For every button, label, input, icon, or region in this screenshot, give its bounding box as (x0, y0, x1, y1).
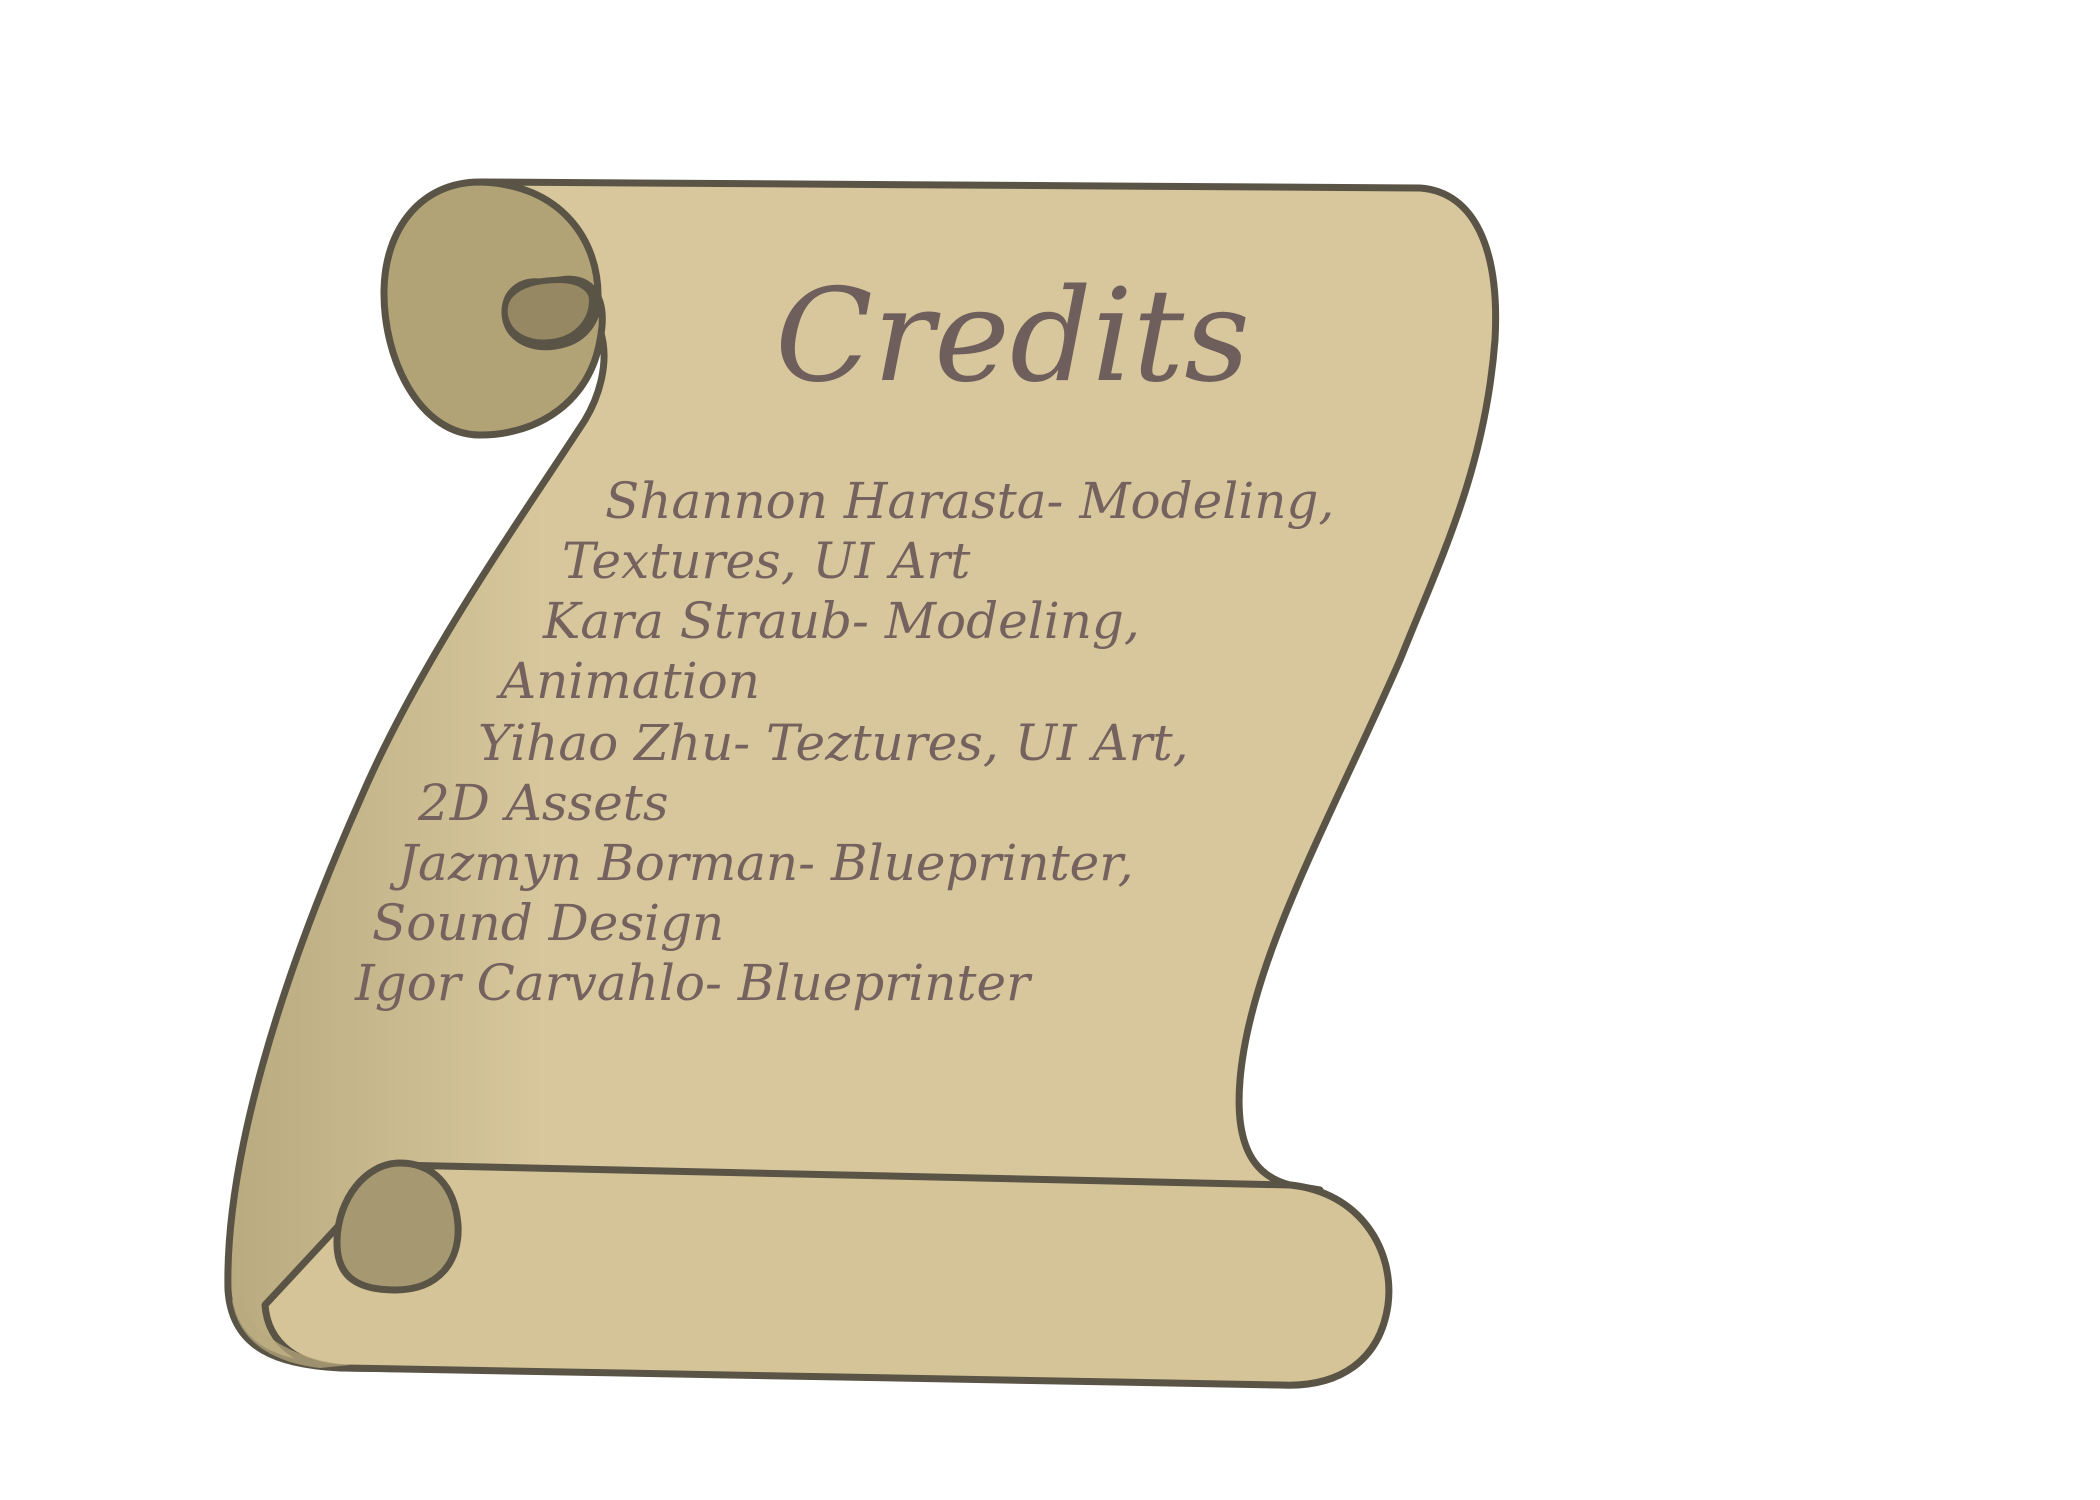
credit-line-2: Textures, UI Art (562, 532, 971, 590)
page-title: Credits (775, 262, 1250, 411)
credit-line-1: Shannon Harasta- Modeling, (605, 472, 1334, 530)
credits-screen: Credits Shannon Harasta- Modeling, Textu… (224, 178, 1500, 1389)
credit-line-5: Yihao Zhu- Teztures, UI Art, (478, 714, 1188, 772)
scroll-top-curl-inner (501, 276, 596, 346)
credit-line-6: 2D Assets (417, 774, 669, 832)
credit-line-8: Sound Design (372, 894, 724, 952)
scroll-bottom-roll-end (333, 1159, 462, 1294)
credit-line-3: Kara Straub- Modeling, (542, 592, 1140, 650)
credit-line-7: Jazmyn Borman- Blueprinter, (389, 834, 1134, 892)
credit-line-9: Igor Carvahlo- Blueprinter (354, 954, 1033, 1012)
credit-line-4: Animation (496, 652, 760, 710)
